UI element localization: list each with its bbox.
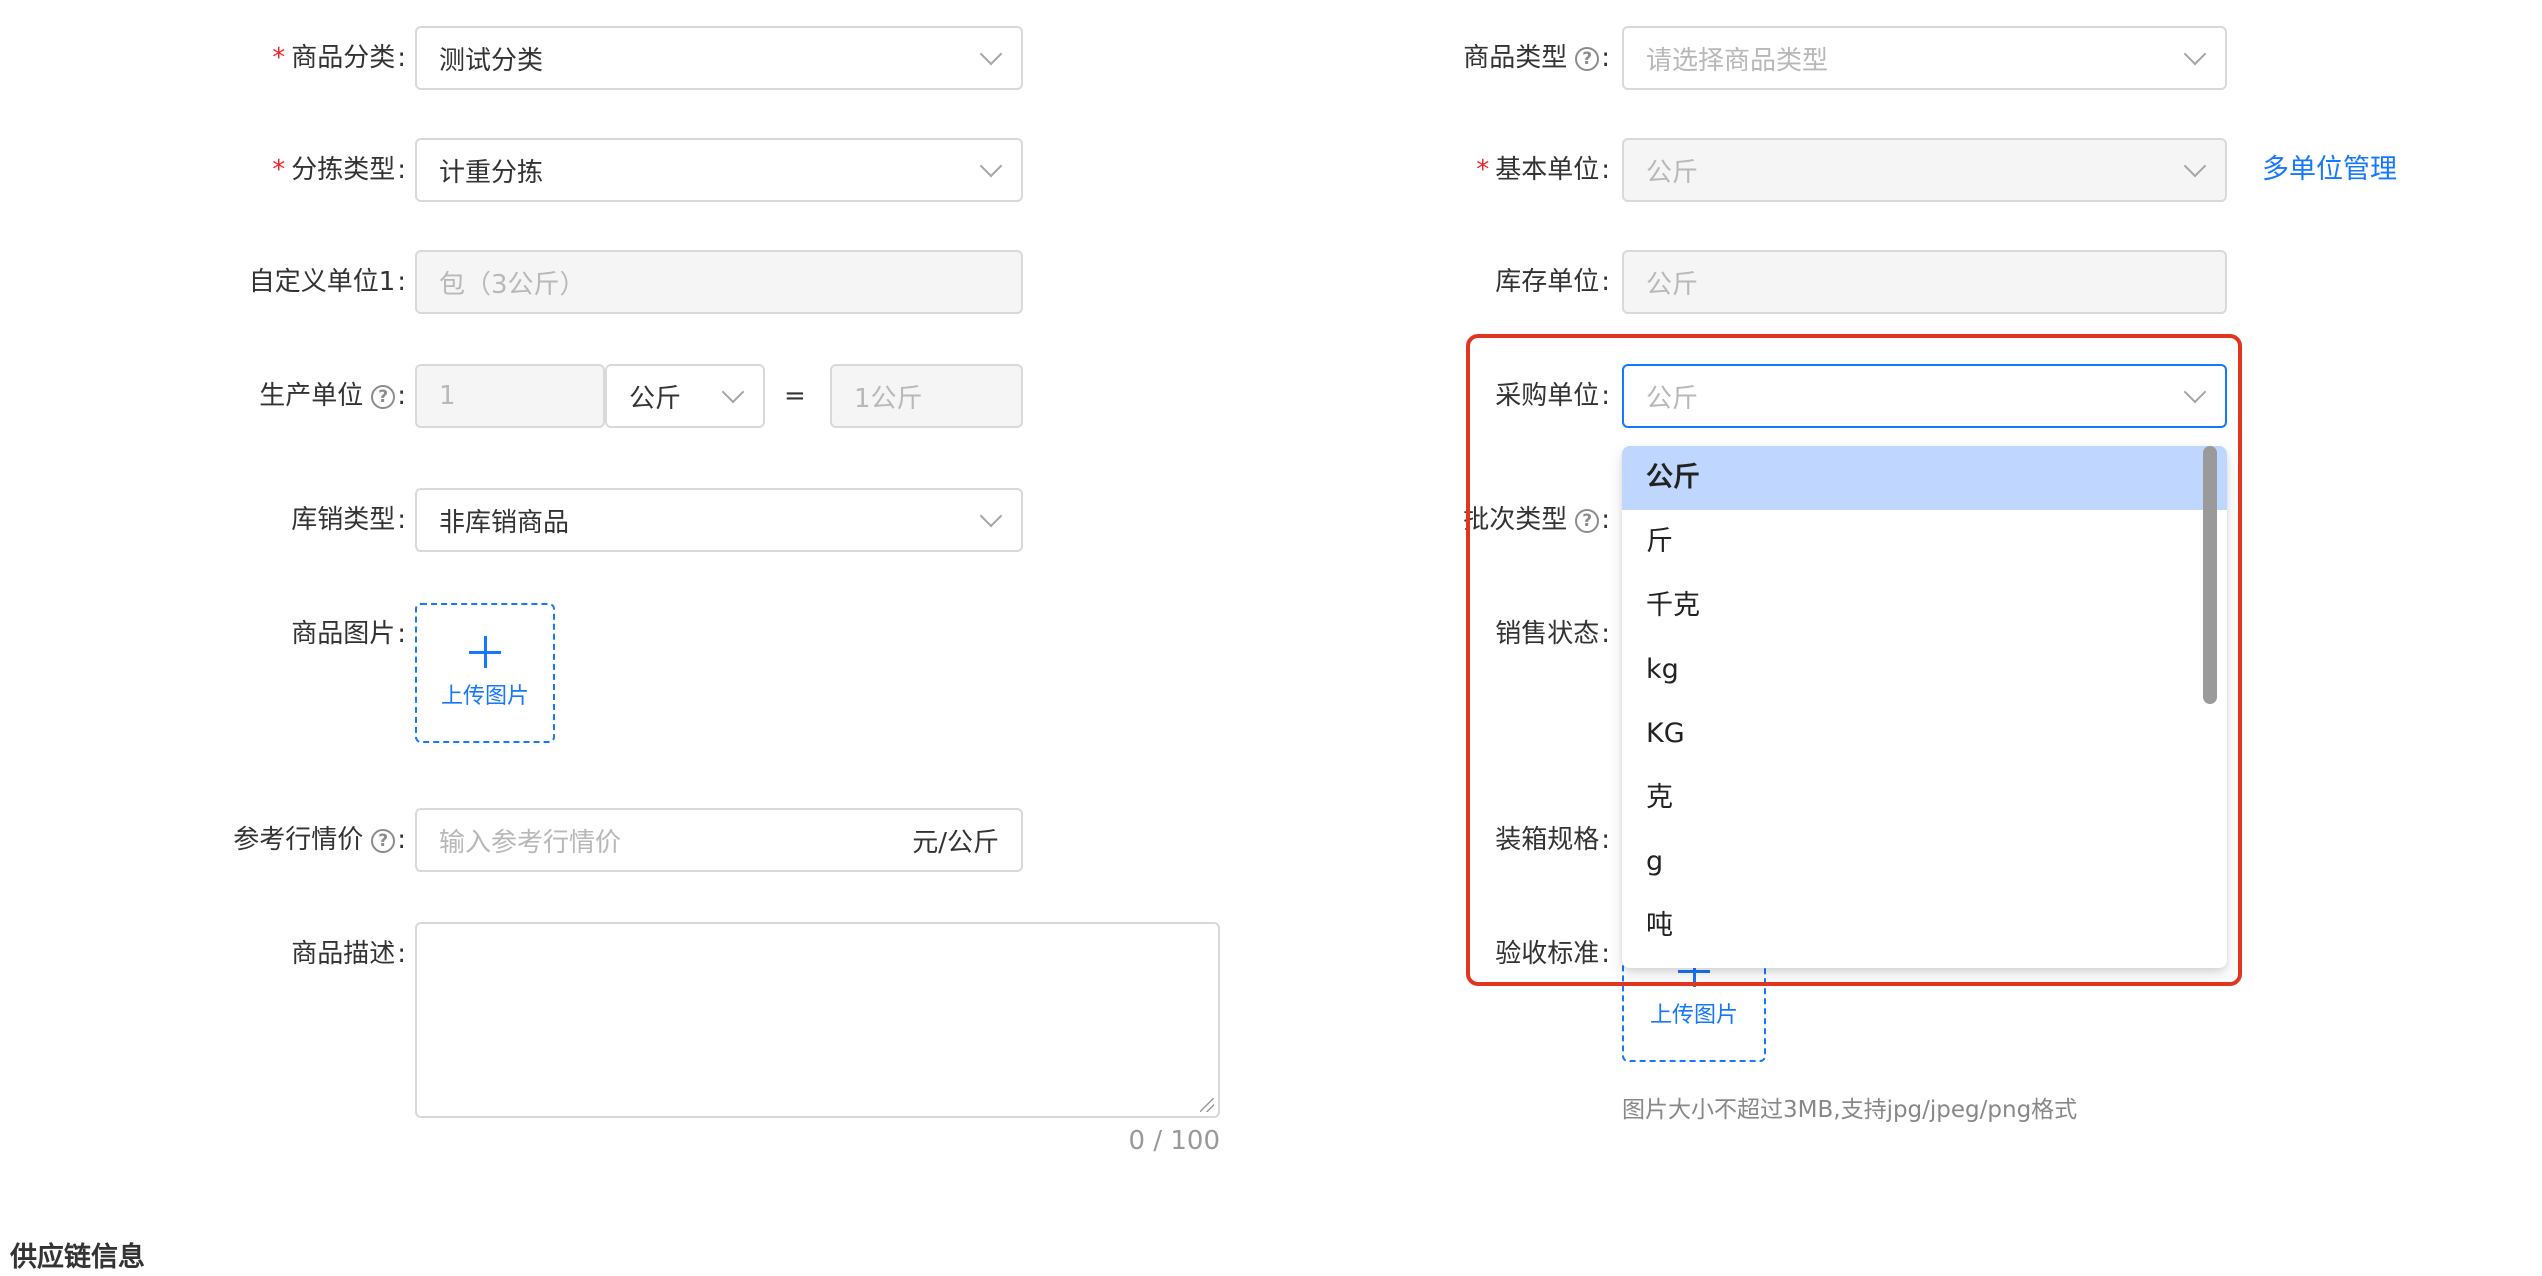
product-image-label: 商品图片:: [291, 619, 406, 649]
dropdown-option[interactable]: 克: [1622, 766, 2227, 830]
production-unit-select[interactable]: 公斤: [605, 364, 765, 428]
required-mark: *: [1476, 155, 1490, 185]
dropdown-option[interactable]: g: [1622, 830, 2227, 894]
purchase-unit-dropdown: 公斤斤千克 kg KG 克 g 吨: [1622, 446, 2227, 968]
stock-sale-type-select[interactable]: 非库销商品: [415, 488, 1023, 552]
category-select[interactable]: 测试分类: [415, 26, 1023, 90]
help-icon[interactable]: ?: [1575, 508, 1600, 533]
ref-price-input[interactable]: 输入参考行情价 元/公斤: [415, 808, 1023, 872]
chevron-down-icon: [979, 154, 1003, 178]
sort-type-label: * 分拣类型:: [272, 155, 406, 185]
sort-type-select[interactable]: 计重分拣: [415, 138, 1023, 202]
product-type-label: 商品类型?:: [1463, 43, 1610, 73]
acceptance-label: 验收标准:: [1495, 939, 1610, 969]
inventory-unit-label: 库存单位:: [1495, 267, 1610, 297]
help-icon[interactable]: ?: [371, 384, 396, 409]
purchase-unit-select[interactable]: 公斤: [1622, 364, 2227, 428]
dropdown-option[interactable]: KG: [1622, 702, 2227, 766]
production-unit-label: 生产单位?:: [259, 381, 406, 411]
chevron-down-icon: [2183, 380, 2207, 404]
purchase-unit-label: 采购单位:: [1495, 381, 1610, 411]
sale-status-label: 销售状态:: [1495, 619, 1610, 649]
equals-sign: =: [784, 381, 806, 411]
product-image-upload[interactable]: 上传图片: [415, 603, 555, 743]
base-unit-select: 公斤: [1622, 138, 2227, 202]
resize-grip-icon[interactable]: [1200, 1098, 1214, 1112]
production-result-input: 1公斤: [830, 364, 1023, 428]
help-icon[interactable]: ?: [371, 828, 396, 853]
chevron-down-icon: [2183, 42, 2207, 66]
dropdown-option[interactable]: 吨: [1622, 894, 2227, 958]
required-mark: *: [272, 43, 286, 73]
ref-price-label: 参考行情价?:: [233, 825, 406, 855]
multi-unit-link[interactable]: 多单位管理: [2262, 154, 2397, 186]
chevron-down-icon: [2183, 154, 2207, 178]
description-textarea[interactable]: [415, 922, 1220, 1118]
product-type-select[interactable]: 请选择商品类型: [1622, 26, 2227, 90]
plus-icon: [469, 636, 501, 668]
custom-unit1-input: 包（3公斤）: [415, 250, 1023, 314]
stock-sale-type-label: 库销类型:: [291, 505, 406, 535]
base-unit-label: * 基本单位:: [1476, 155, 1610, 185]
batch-type-label: 批次类型?:: [1463, 505, 1610, 535]
dropdown-scrollbar[interactable]: [2203, 446, 2217, 704]
dropdown-option[interactable]: 公斤: [1622, 446, 2227, 510]
supply-chain-section-title: 供应链信息: [10, 1242, 145, 1273]
dropdown-option[interactable]: kg: [1622, 638, 2227, 702]
packing-spec-label: 装箱规格:: [1495, 825, 1610, 855]
chevron-down-icon: [979, 504, 1003, 528]
dropdown-option-list: 公斤斤千克 kg KG 克 g 吨: [1622, 446, 2227, 958]
dropdown-option[interactable]: 斤: [1622, 510, 2227, 574]
custom-unit1-label: 自定义单位1:: [248, 267, 406, 297]
help-icon[interactable]: ?: [1575, 46, 1600, 71]
upload-hint: 图片大小不超过3MB,支持jpg/jpeg/png格式: [1622, 1097, 2078, 1123]
dropdown-option[interactable]: 千克: [1622, 574, 2227, 638]
chevron-down-icon: [979, 42, 1003, 66]
required-mark: *: [272, 155, 286, 185]
char-counter: 0 / 100: [1128, 1126, 1220, 1156]
category-label: * 商品分类:: [272, 43, 406, 73]
price-suffix: 元/公斤: [912, 827, 999, 858]
inventory-unit-input: 公斤: [1622, 250, 2227, 314]
chevron-down-icon: [721, 380, 745, 404]
production-qty-input: 1: [415, 364, 605, 428]
description-label: 商品描述:: [291, 939, 406, 969]
